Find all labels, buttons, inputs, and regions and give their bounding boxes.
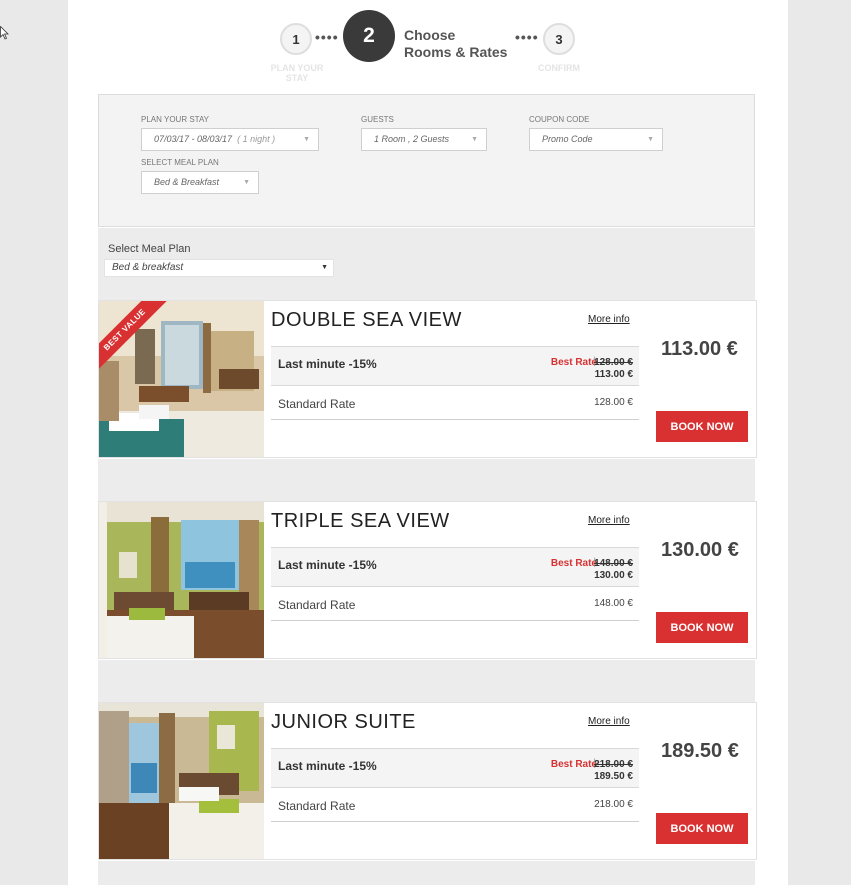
room-photo[interactable] xyxy=(99,502,264,658)
dates-select[interactable]: 07/03/17 - 08/03/17 ( 1 night ) ▼ xyxy=(141,128,319,151)
meal-plan-label: SELECT MEAL PLAN xyxy=(141,158,219,167)
mouse-pointer-icon xyxy=(0,26,9,40)
room-card: TRIPLE SEA VIEW More info Last minute -1… xyxy=(98,501,757,659)
room-separator xyxy=(98,660,755,702)
rate-name: Standard Rate xyxy=(278,799,356,813)
step-3-number: 3 xyxy=(555,31,563,47)
meal-plan-select[interactable]: Bed & Breakfast ▼ xyxy=(141,171,259,194)
room-photo[interactable] xyxy=(99,703,264,859)
rate-name: Standard Rate xyxy=(278,598,356,612)
more-info-link[interactable]: More info xyxy=(588,515,630,526)
step-3-label: CONFIRM xyxy=(538,63,580,73)
rate-row-offer[interactable]: Last minute -15% Best Rate | 128.00 € 11… xyxy=(271,346,639,386)
coupon-input[interactable]: Promo Code ▼ xyxy=(529,128,663,151)
rate-name: Last minute -15% xyxy=(278,558,377,572)
old-price: 148.00 € xyxy=(594,558,633,569)
step-1-circle[interactable]: 1 xyxy=(280,23,312,55)
room-separator xyxy=(98,459,755,501)
discounted-price: 113.00 € xyxy=(594,369,633,380)
rate-row-standard[interactable]: Standard Rate 128.00 € xyxy=(271,386,639,420)
guests-select[interactable]: 1 Room , 2 Guests ▼ xyxy=(361,128,487,151)
rate-price: 128.00 € xyxy=(594,397,633,408)
room-price: 113.00 € xyxy=(661,338,738,360)
caret-down-icon: ▼ xyxy=(471,136,478,143)
room-card: JUNIOR SUITE More info Last minute -15% … xyxy=(98,702,757,860)
room-price: 130.00 € xyxy=(661,539,739,561)
room-photo[interactable]: BEST VALUE xyxy=(99,301,264,457)
step-1-number: 1 xyxy=(292,31,300,47)
room-price: 189.50 € xyxy=(661,740,739,762)
old-price: 128.00 € xyxy=(594,357,633,368)
room-name: JUNIOR SUITE xyxy=(271,711,416,733)
filter-meal-label: Select Meal Plan xyxy=(108,243,191,255)
step-2-circle: 2 xyxy=(343,10,395,62)
room-name: DOUBLE SEA VIEW xyxy=(271,309,462,331)
step-2-title: Choose Rooms & Rates xyxy=(404,27,508,60)
step-2-number: 2 xyxy=(363,24,375,47)
step-1-label: PLAN YOUR STAY xyxy=(270,63,324,83)
plan-stay-label: PLAN YOUR STAY xyxy=(141,115,210,124)
caret-down-icon: ▼ xyxy=(243,179,250,186)
rate-row-offer[interactable]: Last minute -15% Best Rate | 218.00 € 18… xyxy=(271,748,639,788)
filter-meal-select[interactable]: Bed & breakfast ▼ xyxy=(104,259,334,277)
rate-name: Standard Rate xyxy=(278,397,356,411)
best-rate-label: Best Rate xyxy=(550,357,597,368)
more-info-link[interactable]: More info xyxy=(588,314,630,325)
book-now-button[interactable]: BOOK NOW xyxy=(656,612,748,643)
step-connector: •••• xyxy=(315,29,339,45)
more-info-link[interactable]: More info xyxy=(588,716,630,727)
coupon-label: COUPON CODE xyxy=(529,115,590,124)
step-connector: •••• xyxy=(515,29,539,45)
rate-row-standard[interactable]: Standard Rate 148.00 € xyxy=(271,587,639,621)
best-rate-label: Best Rate xyxy=(550,759,597,770)
search-form: PLAN YOUR STAY 07/03/17 - 08/03/17 ( 1 n… xyxy=(98,94,755,227)
room-card: BEST VALUE DOUBLE SEA VIEW More info Las… xyxy=(98,300,757,458)
best-rate-label: Best Rate xyxy=(550,558,597,569)
discounted-price: 189.50 € xyxy=(594,771,633,782)
old-price: 218.00 € xyxy=(594,759,633,770)
caret-down-icon: ▼ xyxy=(647,136,654,143)
room-separator xyxy=(98,861,755,885)
rate-row-offer[interactable]: Last minute -15% Best Rate | 148.00 € 13… xyxy=(271,547,639,587)
room-name: TRIPLE SEA VIEW xyxy=(271,510,450,532)
book-now-button[interactable]: BOOK NOW xyxy=(656,411,748,442)
rate-price: 148.00 € xyxy=(594,598,633,609)
caret-down-icon: ▼ xyxy=(303,136,310,143)
guests-label: GUESTS xyxy=(361,115,394,124)
rate-name: Last minute -15% xyxy=(278,357,377,371)
step-3-circle: 3 xyxy=(543,23,575,55)
rate-name: Last minute -15% xyxy=(278,759,377,773)
discounted-price: 130.00 € xyxy=(594,570,633,581)
caret-down-icon: ▼ xyxy=(321,264,328,271)
book-now-button[interactable]: BOOK NOW xyxy=(656,813,748,844)
rate-row-standard[interactable]: Standard Rate 218.00 € xyxy=(271,788,639,822)
rate-price: 218.00 € xyxy=(594,799,633,810)
